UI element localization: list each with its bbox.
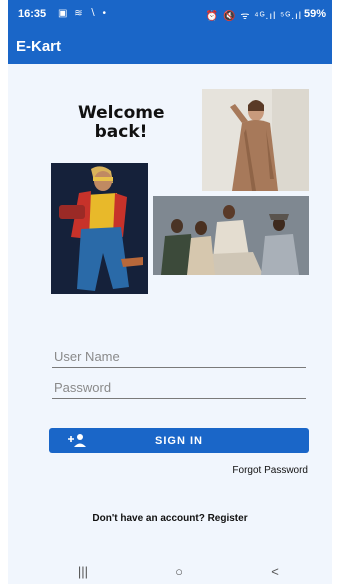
sign-in-button[interactable]: SIGN IN bbox=[49, 428, 309, 453]
password-field[interactable] bbox=[52, 377, 306, 399]
signal-icons: ⏰ 🔇 ᯤ ⁴ᴳ.ıl ⁵ᴳ.ıl bbox=[205, 11, 302, 22]
register-link[interactable]: Don't have an account? Register bbox=[8, 513, 332, 524]
recent-apps-button[interactable]: ||| bbox=[68, 564, 98, 580]
back-button[interactable]: < bbox=[260, 564, 290, 580]
woman-colorful-photo bbox=[51, 163, 148, 294]
woman-coat-photo bbox=[202, 89, 309, 191]
app-title: E-Kart bbox=[16, 38, 62, 55]
welcome-heading: Welcome back! bbox=[78, 103, 165, 142]
phone-screen: 16:35 ▣ ≋ ∖ • ⏰ 🔇 ᯤ ⁴ᴳ.ıl ⁵ᴳ.ıl 59% E-Ka… bbox=[8, 0, 332, 584]
status-time: 16:35 bbox=[18, 8, 47, 20]
status-bar: 16:35 ▣ ≋ ∖ • ⏰ 🔇 ᯤ ⁴ᴳ.ıl ⁵ᴳ.ıl 59% bbox=[8, 0, 332, 28]
home-button[interactable]: ○ bbox=[164, 564, 194, 580]
app-bar: E-Kart bbox=[8, 28, 332, 64]
sign-in-label: SIGN IN bbox=[155, 435, 203, 447]
username-field[interactable] bbox=[52, 346, 306, 368]
system-nav-bar: ||| ○ < bbox=[8, 560, 332, 584]
username-input[interactable] bbox=[52, 346, 306, 367]
password-input[interactable] bbox=[52, 377, 306, 398]
group-photo bbox=[153, 196, 309, 275]
notification-icons: ▣ ≋ ∖ • bbox=[58, 8, 109, 19]
battery-level: 59% bbox=[303, 8, 326, 20]
forgot-password-link[interactable]: Forgot Password bbox=[232, 465, 308, 476]
